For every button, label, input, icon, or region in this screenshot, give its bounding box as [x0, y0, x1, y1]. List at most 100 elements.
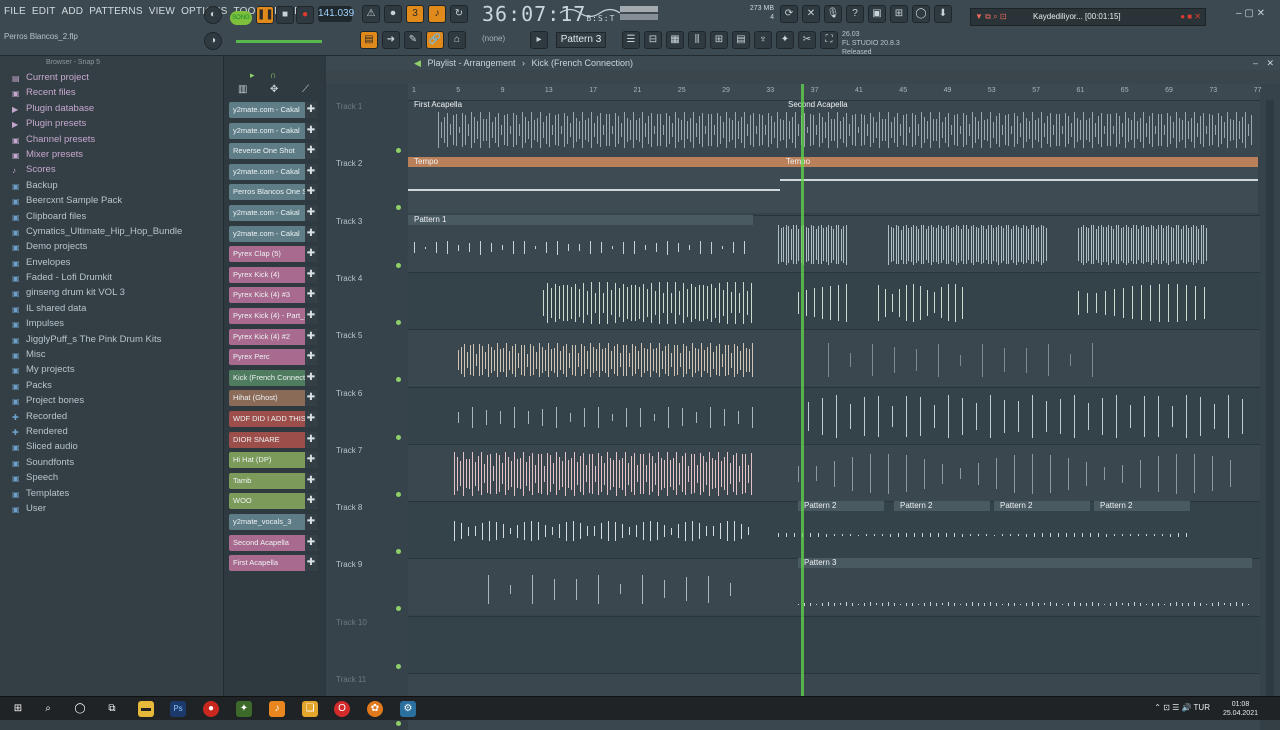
recorder-app-icon[interactable]: ● [203, 701, 219, 717]
pattern-selector[interactable]: Pattern 3 [556, 32, 606, 48]
clip-body[interactable] [408, 189, 780, 191]
menu-add[interactable]: ADD [62, 6, 84, 17]
channel-add-icon[interactable]: ✚ [305, 184, 317, 201]
song-mode-toggle[interactable]: SONG [230, 11, 252, 25]
browser-item[interactable]: ▣ My projects [0, 364, 223, 379]
browser-item[interactable]: ▣ IL shared data [0, 303, 223, 318]
channel-rack-icon[interactable]: ▦ [666, 31, 684, 49]
browser-icon[interactable]: ▤ [732, 31, 750, 49]
piano-roll-icon[interactable]: ⊟ [644, 31, 662, 49]
channel-button[interactable]: Pyrex Kick (4) #3 ✚ [229, 287, 317, 304]
channel-button[interactable]: Reverse One Shot ✚ [229, 143, 317, 160]
help-icon[interactable]: ? [846, 5, 864, 23]
playhead[interactable] [801, 84, 804, 696]
screen-recorder-controls-icon[interactable]: ▼ ⧉ ⌕ ⊡ [975, 9, 1006, 25]
clip-header[interactable]: Tempo [780, 157, 1258, 168]
track-mute-led[interactable] [396, 205, 401, 211]
timeline-ruler[interactable]: 1 5 9 13 17 21 25 29 33 37 41 45 49 53 57 61 65 69 73 77 [408, 84, 1261, 100]
loop-record-icon[interactable]: ↻ [450, 5, 468, 23]
knob-icon[interactable]: ◐ [204, 6, 222, 24]
stamp-icon[interactable]: ⌂ [448, 31, 466, 49]
track-header[interactable]: Track 6 [336, 389, 362, 398]
browser-item[interactable]: ▣ Channel presets [0, 134, 223, 149]
channel-button[interactable]: Pyrex Perc ✚ [229, 349, 317, 366]
channel-button[interactable]: Pyrex Kick (4) #2 ✚ [229, 328, 317, 345]
master-pitch-slider[interactable] [236, 40, 322, 43]
arrow-right-icon[interactable]: ➜ [382, 31, 400, 49]
photoshop-icon[interactable]: Ps [170, 701, 186, 717]
track-header[interactable]: Track 10 [336, 618, 367, 627]
channel-add-icon[interactable]: ✚ [305, 369, 317, 386]
snap-selector[interactable]: (none) [482, 34, 505, 43]
play-pause-button[interactable]: ❚❚ [256, 6, 274, 24]
channel-add-icon[interactable]: ✚ [305, 246, 317, 263]
track-mute-led[interactable] [396, 434, 401, 440]
touch-keyboard-icon[interactable]: ✦ [776, 31, 794, 49]
channel-button[interactable]: y2mate.com - Cakal ✚ [229, 122, 317, 139]
metronome-icon[interactable]: ⚠ [362, 5, 380, 23]
steam-icon[interactable]: ⚙ [400, 701, 416, 717]
channel-add-icon[interactable]: ✚ [305, 493, 317, 510]
video-icon[interactable]: ⛶ [820, 31, 838, 49]
pencil-icon[interactable]: ✎ [404, 31, 422, 49]
playlist-arrow-icon[interactable]: ◀ [414, 58, 421, 68]
track-mute-led[interactable] [396, 549, 401, 555]
clip-header[interactable]: Tempo [408, 157, 780, 168]
track-mute-led[interactable] [396, 721, 401, 726]
channel-button[interactable]: First Acapella ✚ [229, 555, 317, 572]
browser-item[interactable]: ▣ Beercxnt Sample Pack [0, 195, 223, 210]
pattern-song-icon[interactable]: ▤ [360, 31, 378, 49]
browser-item[interactable]: ▣ User [0, 503, 223, 518]
cut-icon[interactable]: ✂ [798, 31, 816, 49]
browser-item[interactable]: ✚ Rendered [0, 426, 223, 441]
browser-item[interactable]: ▣ Envelopes [0, 257, 223, 272]
channel-add-icon[interactable]: ✚ [305, 266, 317, 283]
channel-add-icon[interactable]: ✚ [305, 555, 317, 572]
record-button[interactable]: ● [296, 6, 314, 24]
channel-add-icon[interactable]: ✚ [305, 102, 317, 118]
playlist-close-icon[interactable]: ✕ [1266, 56, 1274, 70]
file-explorer-icon[interactable]: ▬ [138, 701, 154, 717]
menu-file[interactable]: FILE [4, 6, 26, 17]
plugin-picker-icon[interactable]: ⊞ [710, 31, 728, 49]
refresh-icon[interactable]: ⟳ [780, 5, 798, 23]
track-header[interactable]: Track 3 [336, 217, 362, 226]
channel-add-icon[interactable]: ✚ [305, 452, 317, 469]
channel-add-icon[interactable]: ✚ [305, 411, 317, 427]
clip-header[interactable]: First Acapella [408, 100, 778, 110]
pattern-prev-icon[interactable]: ▸ [530, 31, 548, 49]
playlist-icon[interactable]: ☰ [622, 31, 640, 49]
system-tray[interactable]: ⌃ ⊡ ☰ 🔊 TUR [1154, 703, 1210, 712]
channel-add-icon[interactable]: ✚ [305, 431, 317, 448]
channel-add-icon[interactable]: ✚ [305, 514, 317, 530]
track-header[interactable]: Track 9 [336, 560, 362, 569]
channel-add-icon[interactable]: ✚ [305, 472, 317, 489]
browser-item[interactable]: ▣ Templates [0, 488, 223, 503]
channel-add-icon[interactable]: ✚ [305, 287, 317, 304]
channel-add-icon[interactable]: ✚ [305, 534, 317, 551]
app-icon[interactable]: ✦ [236, 701, 252, 717]
opera-icon[interactable]: O [334, 701, 350, 717]
browser-item[interactable]: ▣ Speech [0, 472, 223, 487]
channel-button[interactable]: DIOR SNARE ✚ [229, 431, 317, 448]
channel-add-icon[interactable]: ✚ [305, 205, 317, 221]
channel-button[interactable]: y2mate.com - Cakal ✚ [229, 163, 317, 180]
tuner-icon[interactable]: ♆ [754, 31, 772, 49]
browser-item[interactable]: ▣ Impulses [0, 318, 223, 333]
track-mute-led[interactable] [396, 491, 401, 497]
track-header[interactable]: Track 5 [336, 331, 362, 340]
browser-item[interactable]: ▣ Clipboard files [0, 211, 223, 226]
browser-item[interactable]: ▶ Plugin database [0, 103, 223, 118]
tempo-display[interactable]: 141.039 [318, 6, 354, 22]
save-icon[interactable]: ▣ [868, 5, 886, 23]
tools-icon[interactable]: ✕ [802, 5, 820, 23]
browser-item[interactable]: ▤ Current project [0, 72, 223, 87]
channel-button[interactable]: Second Acapella ✚ [229, 534, 317, 551]
menu-patterns[interactable]: PATTERNS [89, 6, 142, 17]
clip-header[interactable]: Pattern 1 [408, 214, 753, 225]
cortana-icon[interactable]: ◯ [72, 701, 88, 717]
channel-button[interactable]: Hi Hat (DP) ✚ [229, 452, 317, 469]
move-icon[interactable]: ✥ [270, 84, 278, 95]
plugin-icon[interactable]: ⊞ [890, 5, 908, 23]
browser-item[interactable]: ▣ Misc [0, 349, 223, 364]
